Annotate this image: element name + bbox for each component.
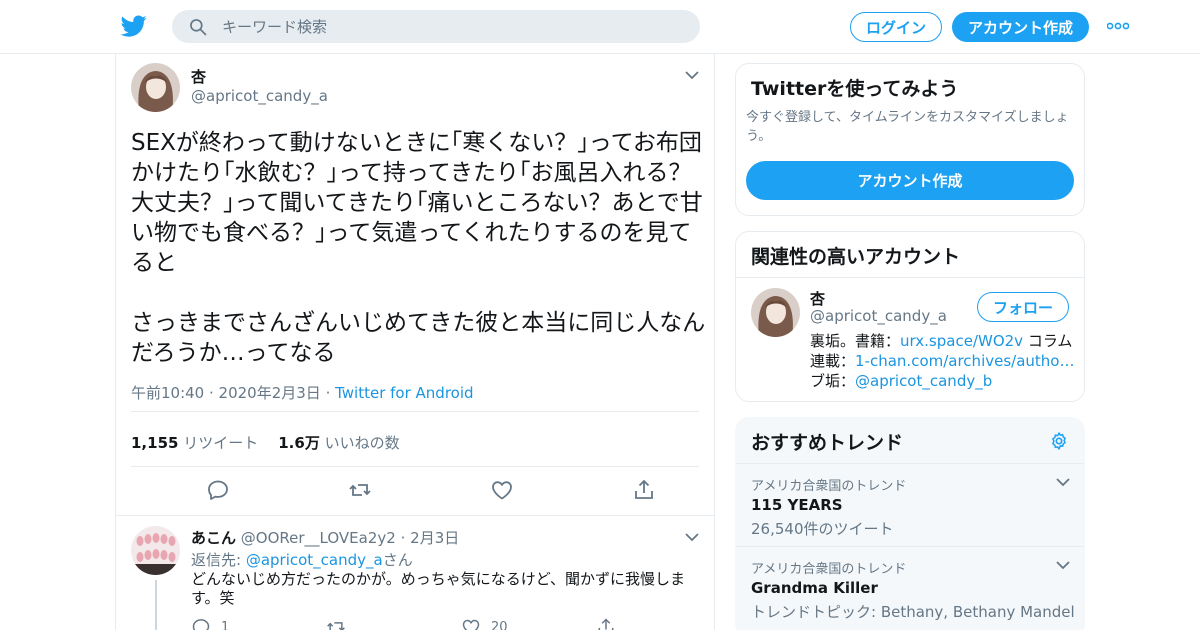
- reply-author-name[interactable]: あこん: [191, 529, 236, 547]
- reply-like-count: 20: [491, 619, 508, 630]
- reply-to-prefix: 返信先:: [191, 551, 246, 569]
- divider: [131, 411, 699, 412]
- trend-meta: 26,540件のツイート: [751, 520, 894, 538]
- tweet-source-link[interactable]: Twitter for Android: [335, 384, 473, 402]
- trend-meta: トレンドトピック: Bethany, Bethany Mandel: [751, 603, 1075, 621]
- thread-line: [155, 580, 157, 630]
- trend-name: Grandma Killer: [751, 579, 878, 597]
- author-handle[interactable]: @apricot_candy_a: [191, 87, 328, 105]
- share-icon: [598, 618, 614, 630]
- bio-link[interactable]: @apricot_candy_b: [855, 372, 992, 390]
- chevron-down-icon[interactable]: [685, 71, 699, 80]
- retweet-stat[interactable]: 1,155 リツイート: [131, 432, 258, 453]
- reply-like-action[interactable]: 20: [461, 617, 508, 630]
- bio-text: コラム: [1023, 332, 1073, 350]
- chevron-down-icon[interactable]: [685, 533, 699, 542]
- bio-text: ブ垢：: [810, 372, 856, 390]
- related-account-bio: 裏垢。書籍：urx.space/WO2v コラム 連載：1-chan.com/a…: [810, 331, 1076, 391]
- like-count: 1.6万: [278, 434, 320, 452]
- trend-item[interactable]: アメリカ合衆国のトレンド Grandma Killer トレンドトピック: Be…: [736, 546, 1084, 629]
- avatar[interactable]: [131, 63, 180, 112]
- trend-location: アメリカ合衆国のトレンド: [751, 562, 907, 577]
- related-account-avatar[interactable]: [751, 288, 800, 337]
- reply-icon: [192, 619, 210, 630]
- reply-author-handle[interactable]: @OORer__LOVEa2y2: [241, 529, 396, 547]
- meta-separator: ·: [320, 384, 336, 402]
- reply-date[interactable]: · 2月3日: [401, 529, 460, 547]
- like-label: いいねの数: [324, 434, 400, 452]
- reply-to-suffix: さん: [382, 551, 413, 569]
- more-dots-icon[interactable]: [1107, 22, 1129, 30]
- tweet-actions: [131, 478, 699, 504]
- follow-button[interactable]: フォロー: [977, 292, 1069, 322]
- divider: [131, 466, 699, 467]
- reply-icon[interactable]: [206, 478, 230, 502]
- heart-icon: [462, 619, 480, 630]
- reply-to-link[interactable]: @apricot_candy_a: [246, 551, 383, 569]
- trends-card: おすすめトレンド アメリカ合衆国のトレンド 115 YEARS 26,540件の…: [735, 417, 1085, 630]
- chevron-down-icon[interactable]: [1056, 478, 1070, 487]
- gear-icon[interactable]: [1049, 431, 1069, 451]
- related-accounts-title: 関連性の高いアカウント: [751, 246, 961, 268]
- like-stat[interactable]: 1.6万 いいねの数: [278, 432, 399, 453]
- signup-prompt-card: Twitterを使ってみよう 今すぐ登録して、タイムラインをカスタマイズしましょ…: [735, 63, 1085, 216]
- search-box[interactable]: [172, 10, 700, 43]
- signup-prompt-title: Twitterを使ってみよう: [751, 78, 959, 100]
- trend-name: 115 YEARS: [751, 496, 843, 514]
- bio-line: 裏垢。書籍：urx.space/WO2v コラム: [810, 331, 1076, 351]
- chevron-down-icon[interactable]: [1056, 561, 1070, 570]
- bio-line: 連載：1-chan.com/archives/autho… サ: [810, 351, 1076, 371]
- top-bar: ログイン アカウント作成: [0, 0, 1200, 54]
- bio-text: サ: [1074, 352, 1076, 370]
- reply-retweet-action[interactable]: [326, 617, 346, 630]
- author-name[interactable]: 杏: [191, 66, 206, 87]
- signup-prompt-description: 今すぐ登録して、タイムラインをカスタマイズしましょう。: [746, 110, 1069, 144]
- related-account-name[interactable]: 杏: [810, 288, 825, 309]
- related-accounts-card: 関連性の高いアカウント 杏 @apricot_candy_a フォロー 裏垢。書…: [735, 231, 1085, 402]
- tweet-timestamp[interactable]: 午前10:40 · 2020年2月3日: [131, 384, 321, 402]
- retweet-icon: [327, 622, 345, 630]
- login-button[interactable]: ログイン: [850, 12, 942, 42]
- reply-text: どんないじめ方だったのかが。めっちゃ気になるけど、聞かずに我慢します。笑: [191, 570, 685, 607]
- tweet-stats: 1,155 リツイート 1.6万 いいねの数: [131, 432, 400, 453]
- divider: [736, 277, 1084, 278]
- bio-link[interactable]: 1-chan.com/archives/autho…: [855, 352, 1074, 370]
- retweet-label: リツイート: [183, 434, 259, 452]
- tweet-timestamp-line: 午前10:40 · 2020年2月3日 · Twitter for Androi…: [131, 382, 474, 403]
- bio-line: ブ垢：@apricot_candy_b: [810, 371, 1076, 391]
- reply-share-action[interactable]: [596, 617, 616, 630]
- reply-reply-count: 1: [221, 619, 230, 630]
- trends-title: おすすめトレンド: [751, 432, 904, 454]
- bio-link[interactable]: urx.space/WO2v: [900, 332, 1023, 350]
- search-input[interactable]: [222, 17, 662, 36]
- trend-location: アメリカ合衆国のトレンド: [751, 479, 907, 494]
- signup-button[interactable]: アカウント作成: [952, 12, 1089, 42]
- trend-item[interactable]: アメリカ合衆国のトレンド 115 YEARS 26,540件のツイート: [736, 463, 1084, 546]
- reply-header: あこん @OORer__LOVEa2y2 · 2月3日: [191, 527, 459, 548]
- heart-icon[interactable]: [490, 478, 514, 502]
- share-icon[interactable]: [632, 478, 656, 502]
- bio-text: 裏垢。書籍：: [810, 332, 901, 350]
- tweet-column: 杏 @apricot_candy_a SEXが終わって動けないときに｢寒くない？…: [115, 54, 715, 630]
- reply-to-line: 返信先: @apricot_candy_aさん: [191, 549, 413, 570]
- reply-reply-action[interactable]: 1: [191, 617, 229, 630]
- retweet-count: 1,155: [131, 434, 179, 452]
- search-icon: [190, 18, 207, 35]
- signup-prompt-button[interactable]: アカウント作成: [746, 161, 1074, 200]
- divider: [116, 515, 714, 516]
- bio-text: 連載：: [810, 352, 856, 370]
- reply-avatar[interactable]: [131, 526, 180, 575]
- retweet-icon[interactable]: [348, 478, 372, 502]
- twitter-bird-icon[interactable]: [120, 13, 148, 39]
- tweet-text: SEXが終わって動けないときに｢寒くない？｣ってお布団かけたり｢水飲む？｣って持…: [131, 130, 706, 366]
- related-account-handle[interactable]: @apricot_candy_a: [810, 307, 947, 325]
